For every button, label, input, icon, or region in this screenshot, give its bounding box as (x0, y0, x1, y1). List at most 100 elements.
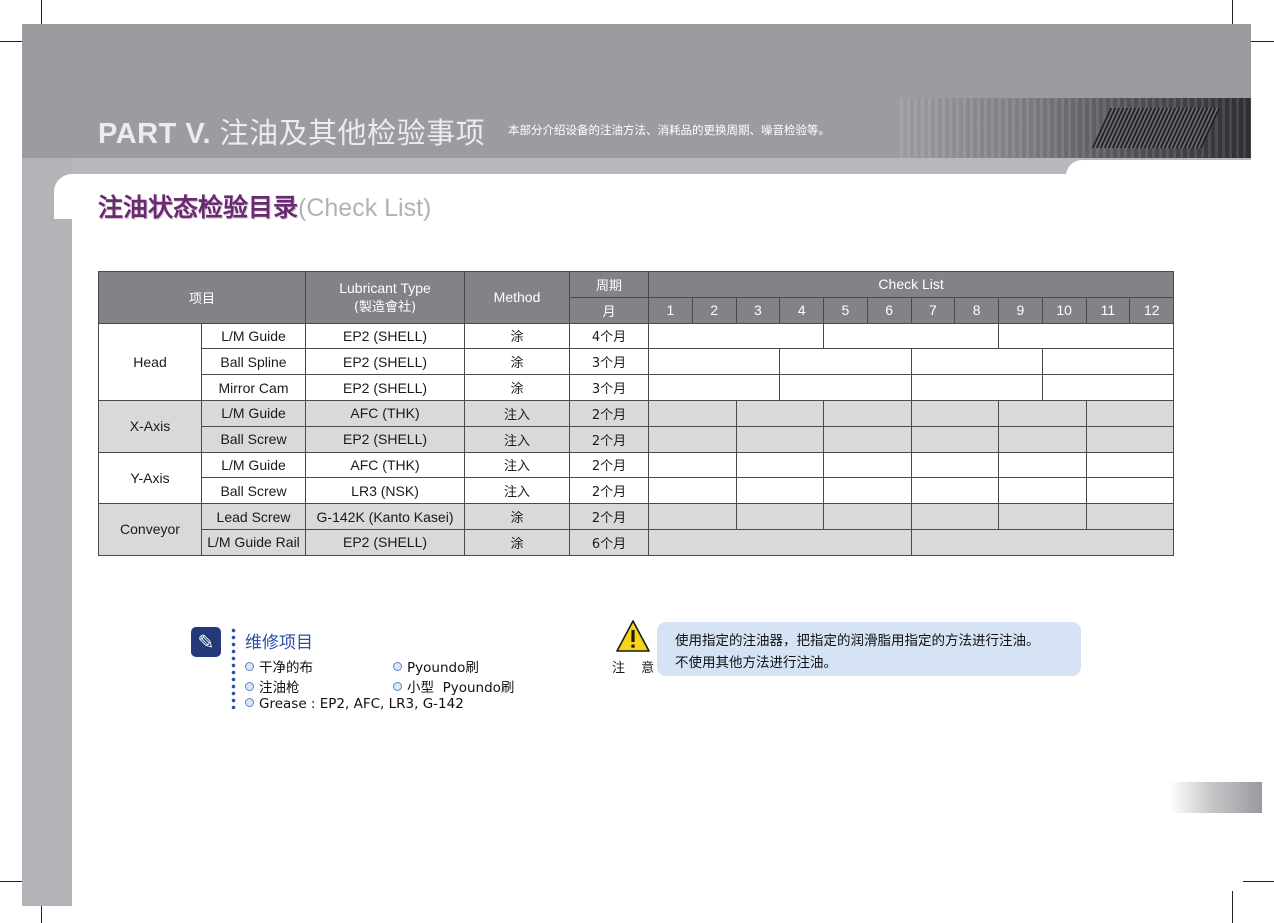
period-cell: 2个月 (569, 425, 650, 453)
check-box[interactable] (910, 451, 1000, 479)
check-box[interactable] (648, 451, 737, 479)
part-label: PART V. (98, 118, 212, 150)
header-month: 7 (910, 296, 956, 324)
header-lubricant-maker: (製造會社) (353, 299, 417, 315)
header-month: 12 (1129, 296, 1175, 324)
maintenance-item: 注油枪 (245, 676, 300, 696)
check-box[interactable] (910, 503, 1000, 530)
check-box[interactable] (648, 348, 781, 376)
header-month: 9 (998, 296, 1043, 324)
header-month: 4 (779, 296, 825, 324)
check-box[interactable] (823, 477, 912, 505)
period-cell: 2个月 (569, 503, 650, 530)
warning-icon (616, 620, 650, 652)
check-box[interactable] (998, 399, 1087, 427)
check-box[interactable] (1085, 503, 1175, 530)
table-row: Ball Screw LR3 (NSK) 注入 2个月 (99, 477, 1175, 505)
part-description: 本部分介绍设备的注油方法、消耗品的更换周期、噪音检验等。 (508, 123, 830, 137)
part-cell: L/M Guide (200, 322, 307, 350)
check-box[interactable] (735, 425, 825, 453)
check-box[interactable] (648, 322, 825, 350)
check-box[interactable] (1085, 425, 1175, 453)
part-subtitle: 注油及其他检验事项 (219, 118, 486, 150)
check-box[interactable] (910, 425, 1000, 453)
check-box[interactable] (1085, 477, 1175, 505)
check-box[interactable] (1041, 348, 1175, 376)
part-cell: L/M Guide (200, 399, 307, 427)
check-box[interactable] (823, 451, 912, 479)
period-cell: 3个月 (569, 374, 650, 401)
lubricant-cell: AFC (THK) (305, 399, 466, 427)
check-box[interactable] (735, 399, 825, 427)
part-cell: Mirror Cam (200, 374, 307, 401)
table-row: Conveyor Lead Screw G-142K (Kanto Kasei)… (98, 503, 1175, 556)
part-cell: Ball Spline (200, 348, 307, 376)
check-box[interactable] (998, 477, 1087, 505)
check-box[interactable] (648, 399, 737, 427)
method-cell: 涂 (464, 322, 571, 350)
part-cell: L/M Guide Rail (200, 528, 307, 556)
period-cell: 2个月 (569, 399, 650, 427)
part-cell: Ball Screw (200, 425, 307, 453)
header-month: 2 (691, 296, 737, 324)
check-box[interactable] (1085, 399, 1175, 427)
check-box[interactable] (648, 528, 912, 556)
header-check-list: Check List (648, 271, 1175, 298)
bullet-icon (393, 662, 402, 671)
check-box[interactable] (998, 322, 1175, 350)
lubricant-cell: LR3 (NSK) (305, 477, 466, 505)
check-box[interactable] (910, 399, 1000, 427)
check-box[interactable] (1085, 451, 1175, 479)
lubrication-check-table: 项目 Lubricant Type (製造會社) Method 周期 Check … (97, 271, 1175, 556)
header-period-unit: 月 (569, 296, 650, 324)
check-box[interactable] (648, 374, 781, 401)
method-cell: 涂 (464, 374, 571, 401)
check-box[interactable] (648, 477, 737, 505)
check-box[interactable] (823, 322, 1000, 350)
check-box[interactable] (648, 425, 737, 453)
check-box[interactable] (998, 425, 1087, 453)
method-cell: 注入 (464, 477, 571, 505)
bullet-icon (245, 682, 254, 691)
table-row: L/M Guide Rail EP2 (SHELL) 涂 6个月 (99, 528, 1175, 556)
check-box[interactable] (735, 503, 825, 530)
check-box[interactable] (910, 528, 1175, 556)
method-cell: 涂 (464, 348, 571, 376)
check-box[interactable] (910, 477, 1000, 505)
check-box[interactable] (779, 348, 912, 376)
period-cell: 4个月 (569, 322, 650, 350)
table-row: X-Axis L/M Guide AFC (THK) 注入 2个月 (98, 399, 1175, 453)
check-box[interactable] (910, 348, 1043, 376)
table-row: Ball Screw EP2 (SHELL) 注入 2个月 (99, 425, 1175, 453)
lubricant-cell: EP2 (SHELL) (305, 528, 466, 556)
check-box[interactable] (779, 374, 912, 401)
maintenance-item: 干净的布 (245, 656, 313, 676)
header-month: 5 (823, 296, 868, 324)
lubricant-cell: EP2 (SHELL) (305, 322, 466, 350)
maintenance-item: 小型 Pyoundo刷 (393, 676, 514, 696)
check-box[interactable] (735, 477, 825, 505)
section-title-cn: 注油状态检验目录 (98, 194, 299, 222)
check-box[interactable] (998, 451, 1087, 479)
dotted-divider (231, 627, 236, 709)
method-cell: 涂 (464, 503, 571, 530)
header-lubricant-type: Lubricant Type (製造會社) (305, 271, 466, 324)
caution-line: 使用指定的注油器，把指定的润滑脂用指定的方法进行注油。 (675, 633, 1040, 649)
check-box[interactable] (735, 451, 825, 479)
check-box[interactable] (648, 503, 737, 530)
method-cell: 涂 (464, 528, 571, 556)
check-box[interactable] (998, 503, 1087, 530)
lubricant-cell: AFC (THK) (305, 451, 466, 479)
table-row: Mirror Cam EP2 (SHELL) 涂 3个月 (99, 374, 1175, 401)
wrench-icon: ✎ (191, 627, 221, 657)
check-box[interactable] (823, 399, 912, 427)
caution-label: 注 意 (612, 661, 661, 676)
chip-graphic (1091, 108, 1221, 148)
check-box[interactable] (910, 374, 1043, 401)
check-box[interactable] (823, 503, 912, 530)
period-cell: 2个月 (569, 451, 650, 479)
header-period: 周期 (569, 271, 650, 298)
check-box[interactable] (823, 425, 912, 453)
check-box[interactable] (1041, 374, 1175, 401)
section-title: 注油状态检验目录(Check List) (98, 188, 431, 224)
